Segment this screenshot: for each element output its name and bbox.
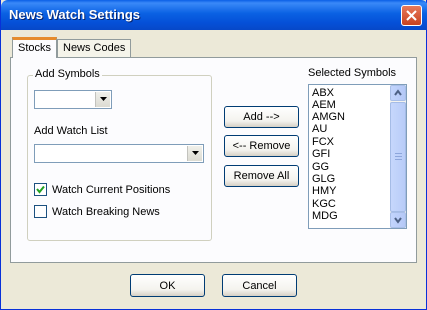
watch-list-combo[interactable]	[34, 144, 204, 163]
add-button-label: Add -->	[243, 111, 280, 123]
close-button[interactable]	[401, 5, 422, 26]
chevron-down-icon	[394, 217, 402, 224]
symbol-combo-dropdown-button[interactable]	[95, 92, 110, 107]
selected-symbols-scrollbar[interactable]	[390, 85, 406, 228]
cancel-button-label: Cancel	[242, 279, 277, 292]
add-symbols-group-label: Add Symbols	[33, 68, 102, 80]
list-item[interactable]: AMGN	[312, 111, 345, 123]
news-watch-settings-dialog: News Watch Settings Stocks News Codes Ad…	[0, 0, 427, 310]
watch-current-positions-label[interactable]: Watch Current Positions	[52, 184, 170, 196]
remove-all-button[interactable]: Remove All	[224, 165, 299, 187]
list-item[interactable]: ABX	[312, 87, 334, 99]
list-item[interactable]: GG	[312, 161, 329, 173]
list-item[interactable]: FCX	[312, 136, 334, 148]
ok-button[interactable]: OK	[130, 274, 205, 297]
scroll-grip-line	[395, 159, 402, 160]
selected-symbols-label: Selected Symbols	[308, 67, 397, 79]
tab-news-codes[interactable]: News Codes	[57, 39, 132, 57]
add-button[interactable]: Add -->	[224, 106, 299, 128]
tab-stocks-label: Stocks	[18, 42, 52, 54]
tab-stocks[interactable]: Stocks	[12, 37, 58, 58]
list-item[interactable]: MDG	[312, 210, 338, 222]
close-icon	[406, 10, 417, 21]
remove-button-label: <-- Remove	[232, 140, 291, 152]
list-item[interactable]: GLG	[312, 173, 335, 185]
remove-button[interactable]: <-- Remove	[224, 135, 299, 157]
list-item[interactable]: HMY	[312, 185, 336, 197]
scroll-grip-line	[395, 156, 402, 157]
scroll-up-button[interactable]	[390, 85, 406, 101]
remove-all-button-label: Remove All	[233, 170, 290, 182]
chevron-down-icon	[192, 151, 199, 155]
scroll-grip-line	[395, 153, 402, 154]
list-item[interactable]: AU	[312, 123, 327, 135]
list-item[interactable]: AEM	[312, 99, 336, 111]
chevron-down-icon	[100, 97, 107, 101]
title-bar[interactable]: News Watch Settings	[1, 0, 427, 30]
symbol-combo[interactable]	[34, 90, 112, 109]
checkmark-icon	[36, 185, 45, 194]
ok-button-label: OK	[159, 279, 176, 292]
cancel-button[interactable]: Cancel	[222, 274, 297, 297]
window-title: News Watch Settings	[9, 7, 140, 22]
scroll-down-button[interactable]	[390, 212, 406, 228]
watch-breaking-news-label[interactable]: Watch Breaking News	[52, 206, 160, 218]
tab-news-codes-label: News Codes	[63, 42, 126, 54]
scroll-thumb[interactable]	[390, 102, 406, 212]
watch-current-positions-checkbox[interactable]	[34, 183, 47, 196]
add-watch-list-label: Add Watch List	[34, 125, 108, 137]
selected-symbols-list[interactable]: ABX AEM AMGN AU FCX GFI GG GLG HMY KGC M…	[308, 84, 407, 229]
list-item[interactable]: GFI	[312, 148, 330, 160]
list-item[interactable]: KGC	[312, 198, 336, 210]
watch-breaking-news-checkbox[interactable]	[34, 205, 47, 218]
watch-list-combo-dropdown-button[interactable]	[187, 146, 202, 161]
chevron-up-icon	[394, 89, 402, 96]
